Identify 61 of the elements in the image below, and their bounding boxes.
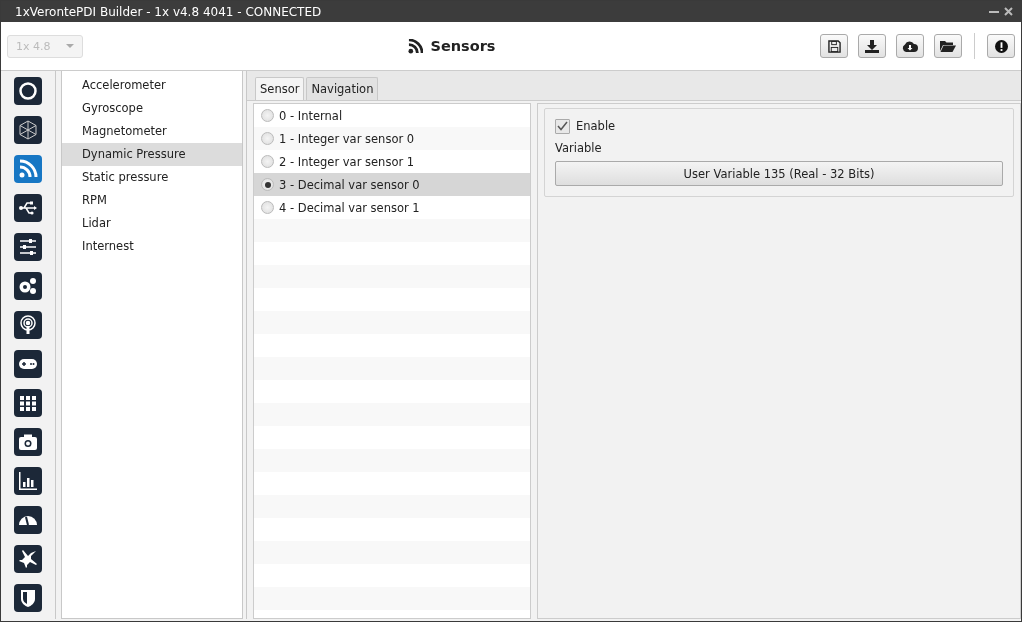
radio-button[interactable] [261,155,274,168]
shield-icon [18,588,38,608]
podcast-nav-button[interactable] [14,311,42,339]
cloud-download-icon [902,40,918,52]
sidebar-item[interactable]: Lidar [62,212,242,235]
variable-button[interactable]: User Variable 135 (Real - 32 Bits) [555,161,1003,186]
sensor-option[interactable]: 3 - Decimal var sensor 0 [254,173,530,196]
tab[interactable]: Navigation [306,77,379,100]
download-button[interactable] [858,34,886,58]
camera-icon [18,432,38,452]
sidebar-item[interactable]: Magnetometer [62,120,242,143]
gamepad-nav-button[interactable] [14,350,42,378]
save-button[interactable] [820,34,848,58]
sidebar-item[interactable]: RPM [62,189,242,212]
sensor-option[interactable]: 0 - Internal [254,104,530,127]
folder-icon [940,40,956,52]
download-icon [865,39,879,53]
sidebar-item[interactable]: Gyroscope [62,97,242,120]
radio-button[interactable] [261,178,274,191]
radio-button[interactable] [261,109,274,122]
close-icon[interactable] [1004,7,1013,16]
folder-button[interactable] [934,34,962,58]
hexagon-icon [18,120,38,140]
sidebar-item[interactable]: Internest [62,235,242,258]
rss-nav-button[interactable] [14,155,42,183]
cloud-button[interactable] [896,34,924,58]
page-title: Sensors [430,38,496,54]
grid-icon [18,393,38,413]
caret-icon [66,44,74,48]
sensor-option[interactable]: 1 - Integer var sensor 0 [254,127,530,150]
bar-chart-icon [18,471,38,491]
gauge-nav-button[interactable] [14,506,42,534]
radio-button[interactable] [261,132,274,145]
usb-nav-button[interactable] [14,194,42,222]
sidebar-item[interactable]: Dynamic Pressure [62,143,242,166]
rss-icon [18,159,38,179]
sensor-option[interactable]: 4 - Decimal var sensor 1 [254,196,530,219]
enable-checkbox[interactable]: Enable [555,117,1003,135]
sliders-icon [18,237,38,257]
shield-nav-button[interactable] [14,584,42,612]
sidebar-item[interactable]: Static pressure [62,166,242,189]
alert-button[interactable] [987,34,1015,58]
sensor-option[interactable]: 2 - Integer var sensor 1 [254,150,530,173]
plane-nav-button[interactable] [14,545,42,573]
ring-nav-button[interactable] [14,77,42,105]
broadcast-icon [18,315,38,335]
exclamation-icon [994,39,1008,53]
gears-nav-button[interactable] [14,272,42,300]
camera-nav-button[interactable] [14,428,42,456]
variable-label: Variable [555,140,603,157]
sidebar-item[interactable]: Accelerometer [62,74,242,97]
hex-nav-button[interactable] [14,116,42,144]
chart-nav-button[interactable] [14,467,42,495]
tab[interactable]: Sensor [255,77,305,100]
checkbox[interactable] [555,118,570,134]
sliders-nav-button[interactable] [14,233,42,261]
radio-button[interactable] [261,201,274,214]
grid-nav-button[interactable] [14,389,42,417]
rss-icon [407,38,423,54]
window-title: 1xVerontePDI Builder - 1x v4.8 4041 - CONNECTED [15,4,322,19]
ring-icon [18,81,38,101]
